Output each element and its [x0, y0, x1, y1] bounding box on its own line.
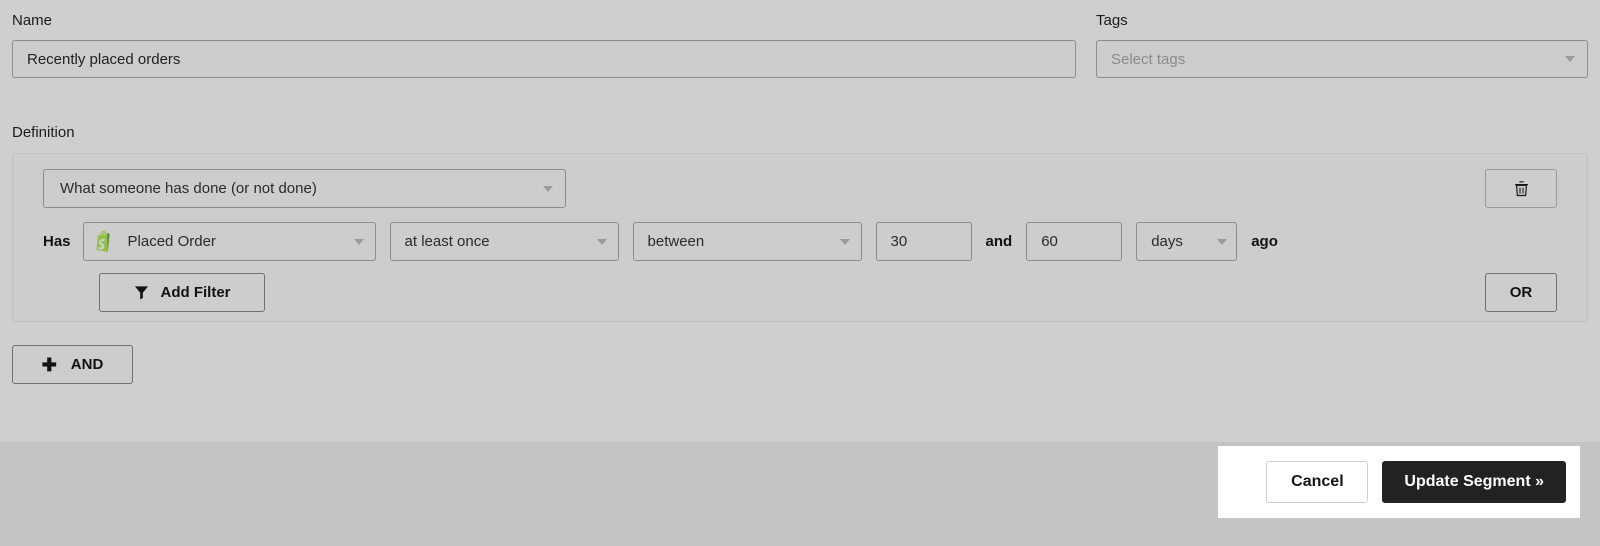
definition-trigger-value: What someone has done (or not done) [60, 180, 317, 197]
range-operator-value: between [647, 233, 705, 250]
plus-icon: ✚ [41, 354, 57, 375]
cancel-button[interactable]: Cancel [1266, 461, 1369, 503]
tags-select[interactable]: Select tags [1096, 40, 1588, 78]
definition-trigger-select[interactable]: What someone has done (or not done) [43, 169, 566, 208]
range-conjunction-label: and [985, 233, 1013, 250]
metric-select[interactable]: Placed Order [82, 222, 376, 261]
segment-editor-page: Name Tags Select tags Definition What so… [0, 0, 1600, 546]
trash-icon [1514, 181, 1528, 197]
footer-action-panel: Cancel Update Segment » [1218, 446, 1580, 518]
chevron-down-icon [353, 238, 364, 245]
filter-prefix-label: Has [43, 233, 71, 250]
tags-placeholder: Select tags [1111, 50, 1186, 68]
chevron-down-icon [1217, 238, 1228, 245]
time-unit-value: days [1151, 233, 1183, 250]
time-unit-select[interactable]: days [1136, 222, 1238, 261]
range-from-input[interactable]: 30 [875, 222, 972, 261]
name-label: Name [12, 12, 53, 29]
segment-name-input[interactable] [12, 40, 1076, 78]
frequency-value: at least once [404, 233, 490, 250]
chevron-down-icon [839, 238, 850, 245]
shopify-icon [96, 230, 110, 252]
definition-group-card: What someone has done (or not done) Has … [12, 153, 1588, 322]
filter-condition-row: Has Placed Order at least once between 3… [43, 222, 1278, 261]
delete-condition-button[interactable] [1485, 169, 1557, 208]
or-operator-button[interactable]: OR [1485, 273, 1557, 312]
range-to-value: 60 [1041, 233, 1058, 250]
frequency-select[interactable]: at least once [389, 222, 619, 261]
range-from-value: 30 [890, 233, 908, 250]
range-to-input[interactable]: 60 [1026, 222, 1123, 261]
funnel-icon [134, 286, 148, 300]
add-and-group-button[interactable]: ✚ AND [12, 345, 133, 384]
chevron-down-icon [543, 185, 553, 192]
add-filter-label: Add Filter [160, 284, 231, 301]
range-operator-select[interactable]: between [632, 222, 862, 261]
metric-value: Placed Order [127, 233, 216, 250]
form-top-row: Name Tags Select tags [0, 0, 1600, 100]
name-field-group: Name [12, 12, 1076, 78]
range-suffix-label: ago [1251, 233, 1278, 250]
chevron-down-icon [1565, 56, 1575, 62]
add-filter-button[interactable]: Add Filter [99, 273, 265, 312]
tags-label: Tags [1096, 12, 1128, 29]
tags-field-group: Tags Select tags [1096, 12, 1588, 78]
definition-label: Definition [12, 124, 75, 141]
or-label: OR [1509, 284, 1533, 301]
and-label: AND [70, 356, 104, 373]
update-segment-button[interactable]: Update Segment » [1382, 461, 1566, 503]
chevron-down-icon [596, 238, 607, 245]
